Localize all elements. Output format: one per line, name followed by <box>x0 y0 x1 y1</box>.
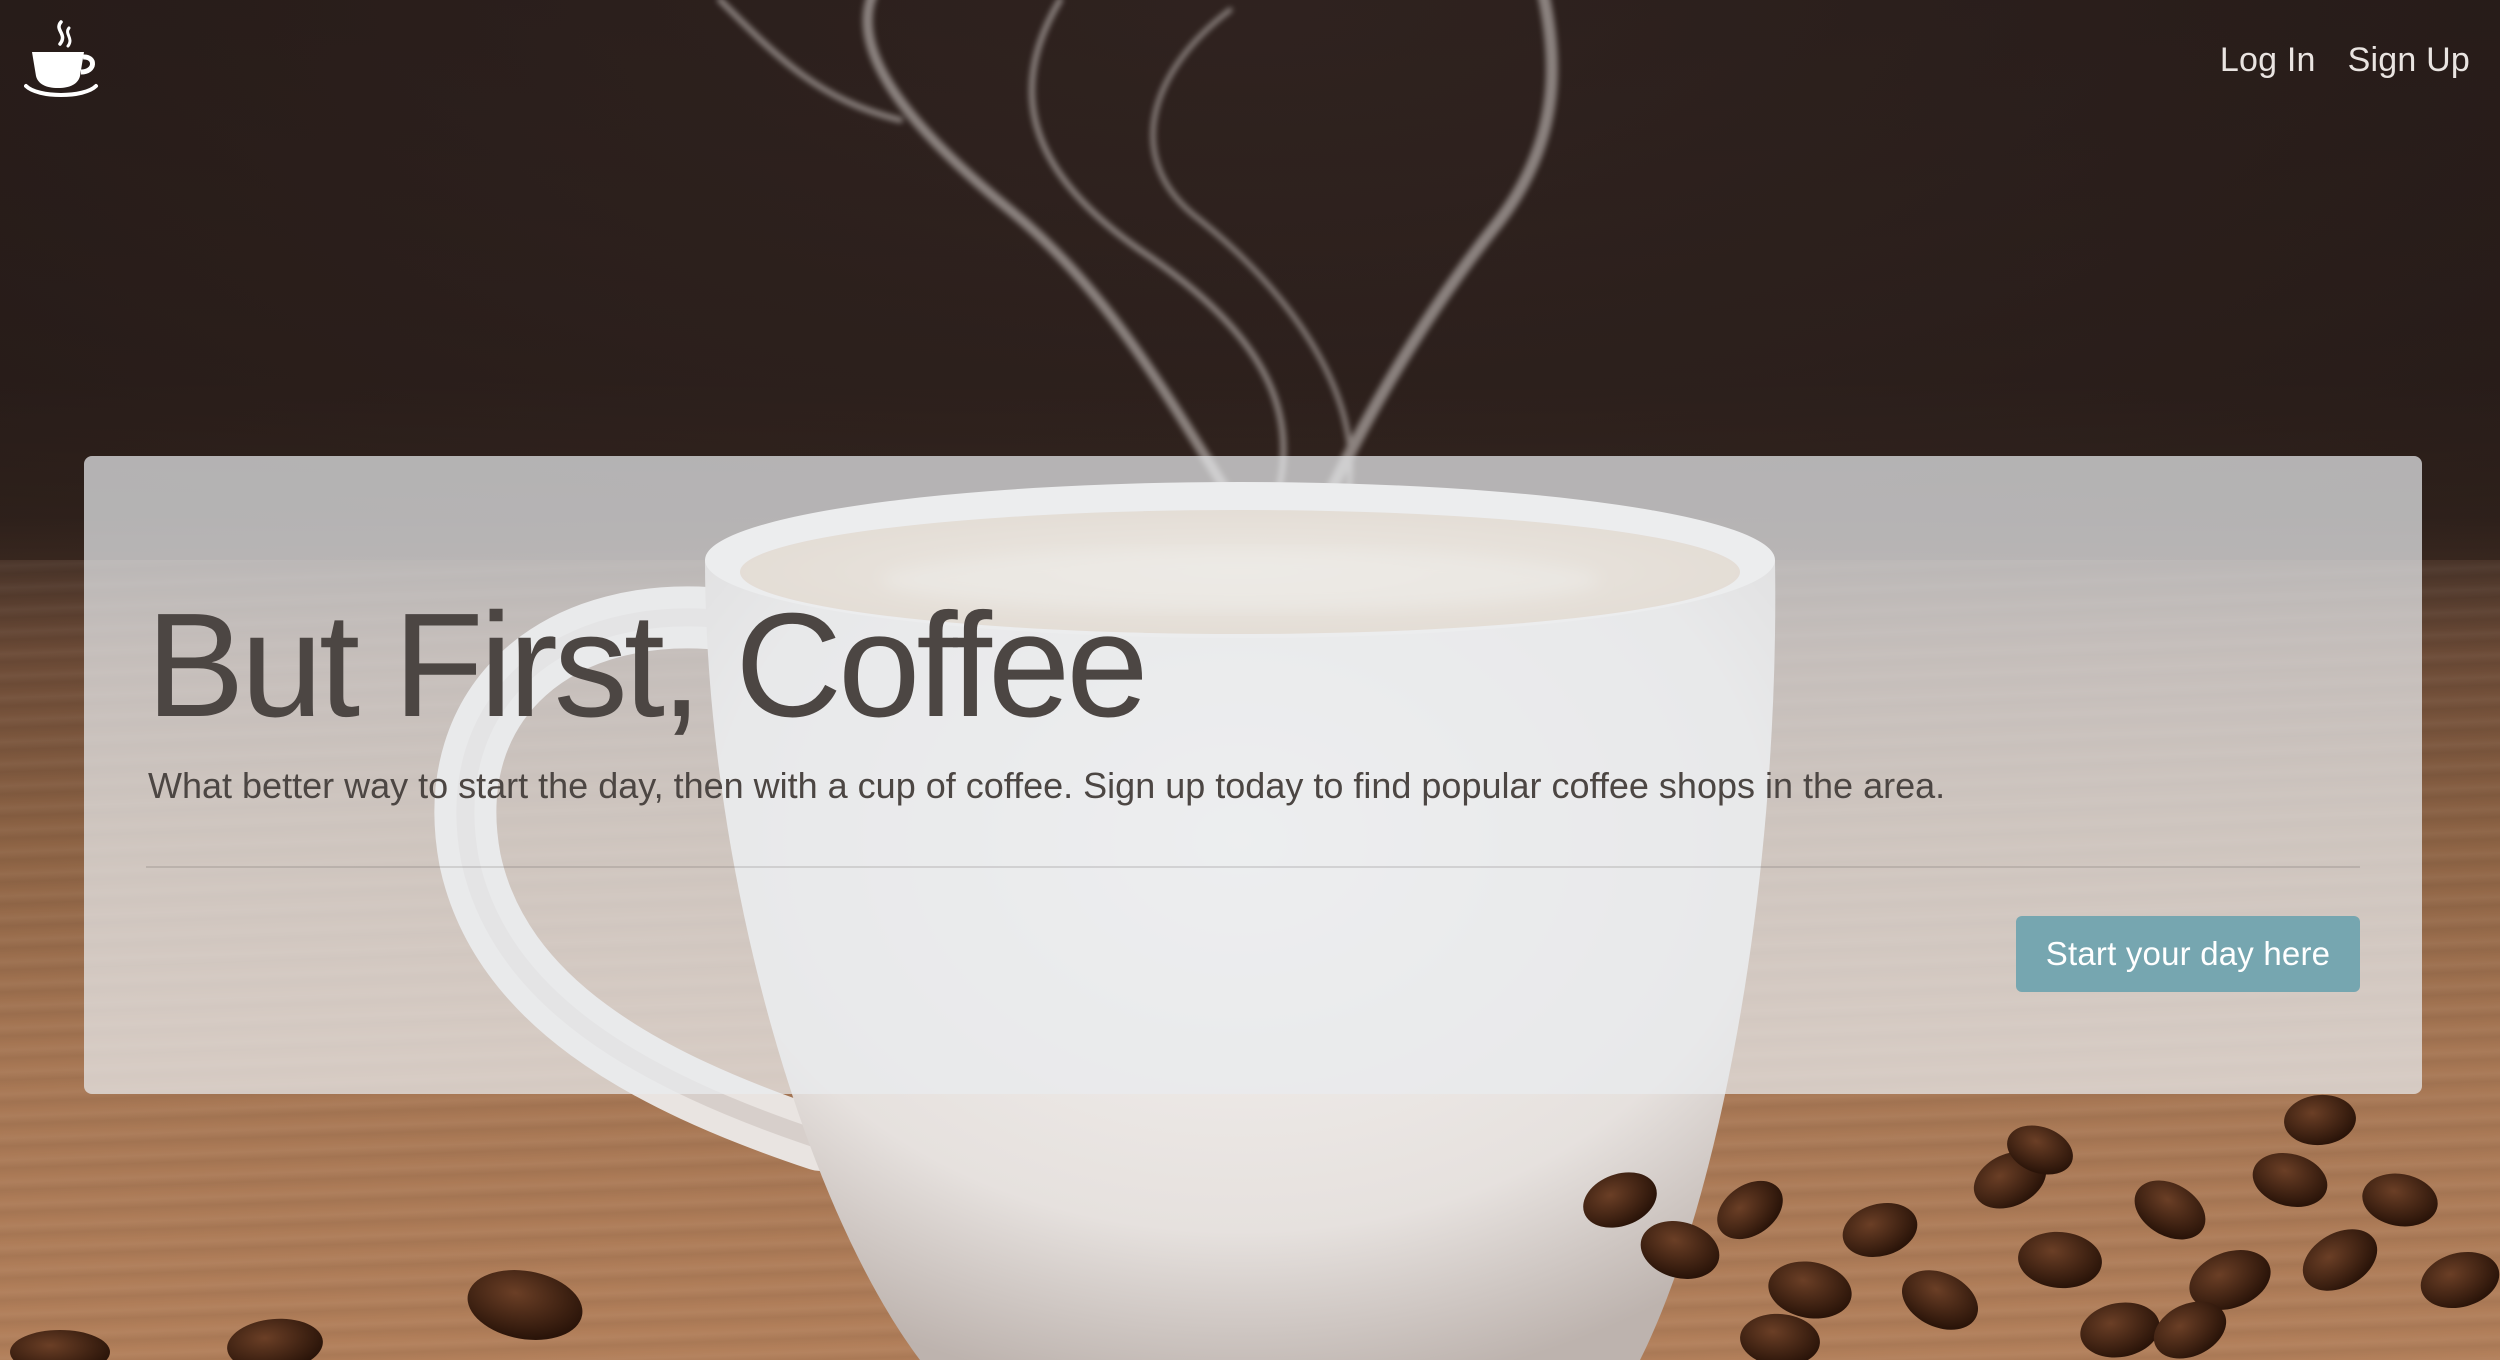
coffee-cup-icon[interactable] <box>24 20 100 100</box>
start-your-day-button[interactable]: Start your day here <box>2016 916 2360 992</box>
hero-jumbotron: But First, Coffee What better way to sta… <box>84 456 2422 1094</box>
hero-divider <box>146 866 2360 868</box>
nav-links: Log In Sign Up <box>2220 34 2470 86</box>
hero-title: But First, Coffee <box>146 583 1149 748</box>
hero-lead-text: What better way to start the day, then w… <box>148 765 1946 806</box>
top-navbar: Log In Sign Up <box>0 0 2500 120</box>
signup-link[interactable]: Sign Up <box>2348 34 2470 86</box>
login-link[interactable]: Log In <box>2220 34 2316 86</box>
